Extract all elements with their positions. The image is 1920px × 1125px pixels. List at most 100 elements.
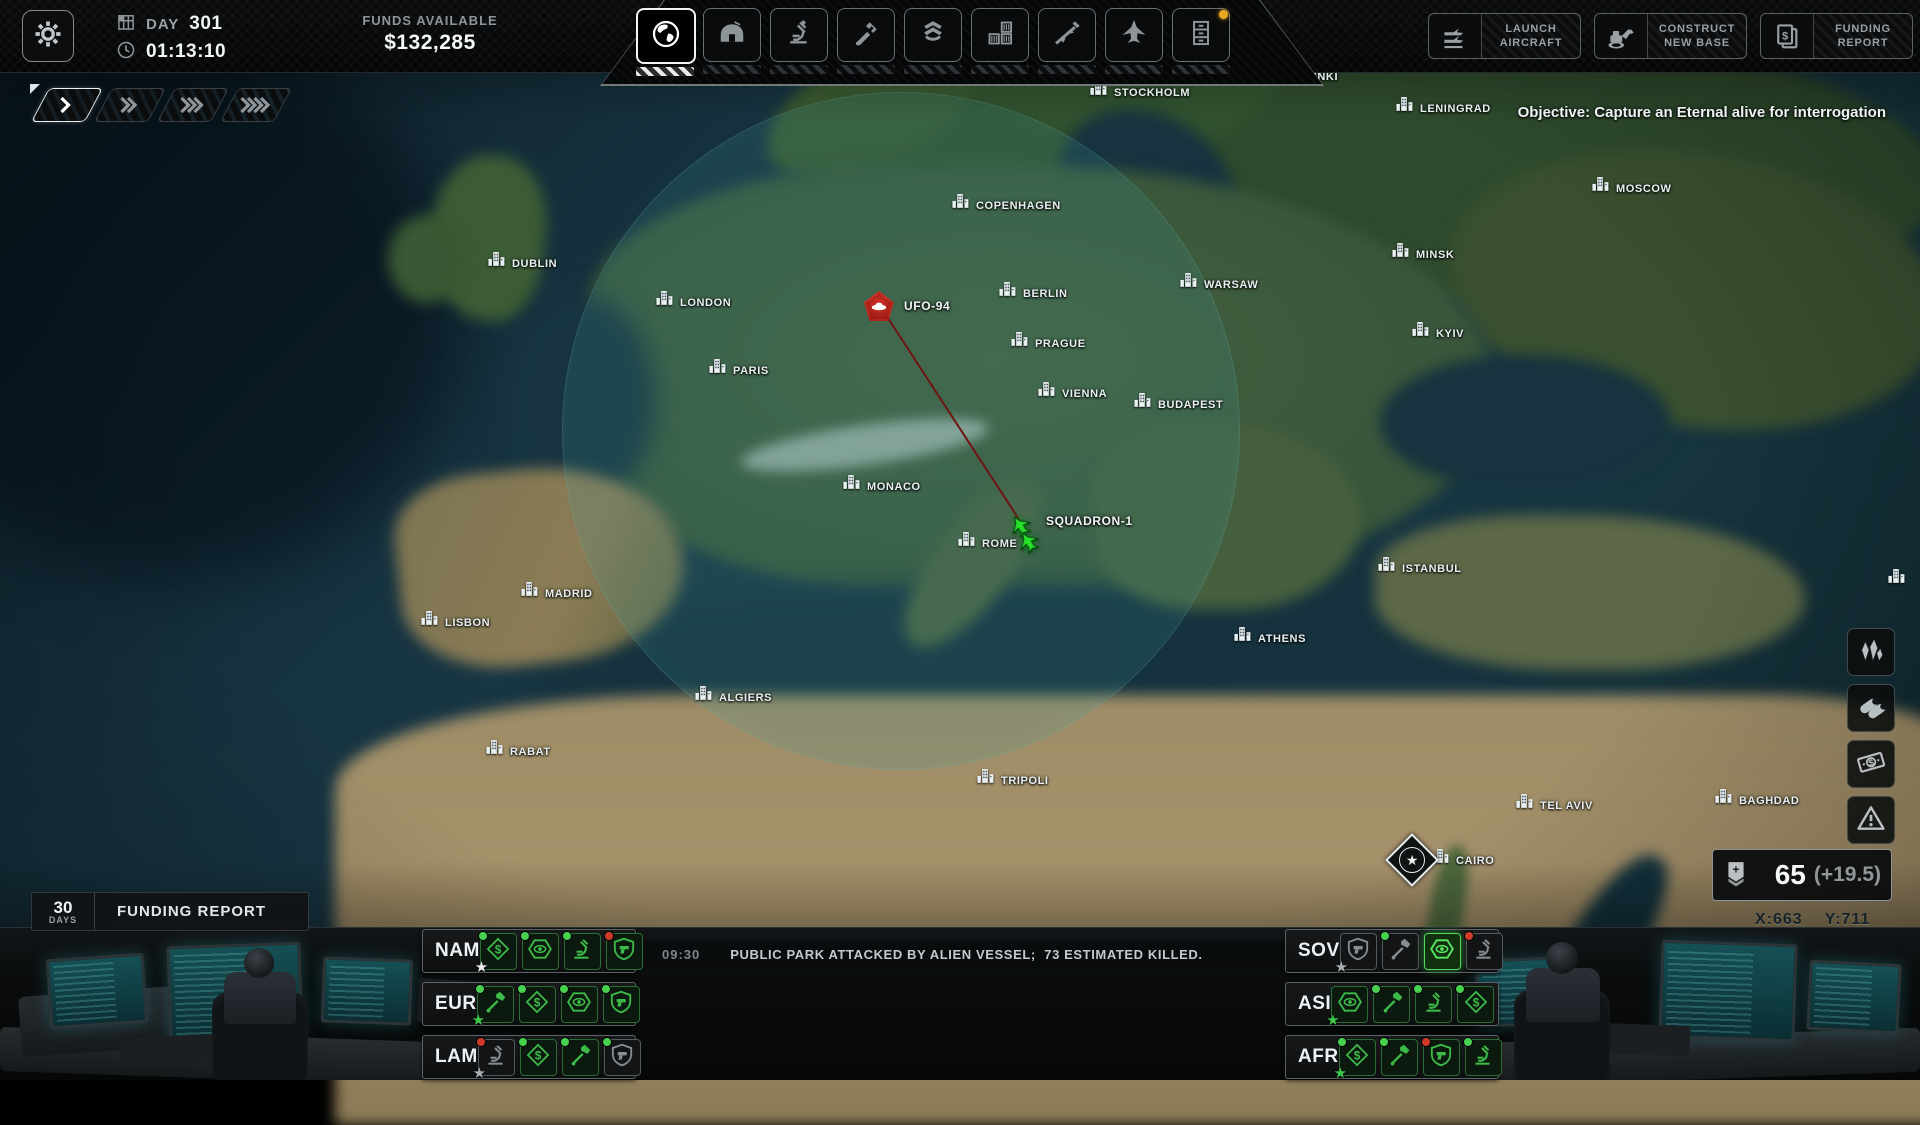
city-label: VIENNA <box>1062 388 1108 400</box>
city-marker-dublin: DUBLIN <box>488 251 557 271</box>
city-marker-madrid: MADRID <box>521 581 593 601</box>
region-stat-research[interactable] <box>1413 983 1453 1023</box>
defense-icon <box>1428 1042 1454 1073</box>
region-stat-funding[interactable]: $ ★ <box>1334 1036 1376 1081</box>
region-stat-funding[interactable]: $ <box>1455 983 1495 1023</box>
day-label: DAY <box>146 15 180 33</box>
funds-label: FUNDS AVAILABLE <box>362 13 498 28</box>
time-controls <box>30 88 293 122</box>
rank-icon <box>918 18 948 53</box>
region-stat-funding[interactable]: $ ★ <box>475 930 517 975</box>
region-stat-defense[interactable]: ★ <box>1335 932 1377 975</box>
region-stat-engineering[interactable] <box>1379 930 1419 970</box>
funding-report-button[interactable]: $ FUNDING REPORT <box>1760 13 1913 59</box>
funding-report-bar[interactable]: 30 DAYS FUNDING REPORT <box>31 892 309 931</box>
construct-new-base-button[interactable]: CONSTRUCT NEW BASE <box>1594 13 1747 59</box>
region-stat-defense[interactable] <box>603 930 643 970</box>
time-speed-1-button[interactable] <box>30 88 104 122</box>
relations-score-badge[interactable]: + 65 (+19.5) <box>1712 849 1892 901</box>
region-stat-engineering[interactable]: ★ <box>472 983 514 1028</box>
funding-icon: $ <box>525 1042 551 1073</box>
city-icon <box>1715 788 1734 808</box>
nav-personnel[interactable] <box>904 8 962 76</box>
svg-text:$: $ <box>534 995 541 1009</box>
trend-dot-red <box>475 1036 486 1047</box>
trend-dot-green <box>1413 983 1424 994</box>
resources-filter-button[interactable] <box>1847 628 1895 676</box>
region-row-eur[interactable]: EUR ★ $ <box>422 982 640 1028</box>
finances-filter-button[interactable]: $ <box>1847 740 1895 788</box>
settings-button[interactable] <box>22 10 74 62</box>
days-counter: 30 DAYS <box>32 893 95 930</box>
nav-stores[interactable] <box>971 8 1029 76</box>
region-stat-research[interactable]: ★ <box>473 1036 515 1081</box>
region-row-asi[interactable]: ASI ★ $ <box>1285 982 1499 1028</box>
excavator-icon <box>1595 14 1648 58</box>
city-icon <box>1011 331 1030 351</box>
region-stat-defense[interactable] <box>601 1036 641 1076</box>
materials-filter-button[interactable] <box>1847 684 1895 732</box>
region-row-lam[interactable]: LAM ★ $ <box>422 1035 641 1081</box>
city-icon <box>1396 96 1415 116</box>
funds-value: $132,285 <box>384 31 476 54</box>
time-speed-2-button[interactable] <box>93 88 167 122</box>
region-row-afr[interactable]: AFR $ ★ <box>1285 1035 1502 1081</box>
region-stat-intel[interactable] <box>519 930 559 970</box>
nav-geoscape[interactable] <box>636 8 696 76</box>
trend-dot-green <box>516 983 527 994</box>
city-icon <box>1888 568 1907 588</box>
city-icon <box>1592 176 1611 196</box>
chevron-icon <box>59 95 75 115</box>
region-stat-defense[interactable] <box>1420 1036 1460 1076</box>
city-marker-istanbul: ISTANBUL <box>1378 556 1462 576</box>
region-stat-engineering[interactable] <box>1371 983 1411 1023</box>
region-stat-defense[interactable] <box>600 983 640 1023</box>
time-speed-4-button[interactable] <box>219 88 293 122</box>
nav-archives[interactable] <box>1172 8 1230 76</box>
city-label: BERLIN <box>1023 288 1068 300</box>
region-stat-intel[interactable]: ★ <box>1326 985 1369 1028</box>
city-marker-prague: PRAGUE <box>1011 331 1086 351</box>
nav-bases[interactable] <box>703 8 761 76</box>
region-stat-funding[interactable]: $ <box>517 1036 557 1076</box>
region-stat-research[interactable] <box>561 930 601 970</box>
control-room-right-art <box>1440 928 1920 1080</box>
launch-aircraft-button[interactable]: LAUNCH AIRCRAFT <box>1428 13 1581 59</box>
priority-star: ★ <box>471 1011 486 1029</box>
region-row-sov[interactable]: SOV ★ <box>1285 929 1503 975</box>
defense-icon <box>608 989 634 1020</box>
alerts-filter-button[interactable] <box>1847 796 1895 844</box>
alert-icon <box>1856 803 1886 838</box>
region-stat-engineering[interactable] <box>559 1036 599 1076</box>
chevron-icon <box>119 95 141 115</box>
region-stat-research[interactable] <box>1463 930 1503 970</box>
crates-icon <box>986 19 1014 52</box>
city-icon <box>952 193 971 213</box>
city-label: ISTANBUL <box>1402 563 1462 575</box>
ufo-label: UFO-94 <box>904 299 951 313</box>
nav-research[interactable] <box>770 8 828 76</box>
city-label: MONACO <box>867 481 921 493</box>
region-stat-intel[interactable] <box>558 983 598 1023</box>
trend-dot-green <box>517 1036 528 1047</box>
region-stat-intel[interactable] <box>1423 932 1461 970</box>
ufo-marker[interactable] <box>864 291 894 321</box>
region-row-nam[interactable]: NAM $ ★ <box>422 929 643 975</box>
region-stat-research[interactable] <box>1462 1036 1502 1076</box>
city-label: PARIS <box>733 365 769 377</box>
city-icon <box>488 251 507 271</box>
time-speed-3-button[interactable] <box>156 88 230 122</box>
city-label: TRIPOLI <box>1001 775 1049 787</box>
time-value: 01:13:10 <box>146 41 227 62</box>
nav-armory[interactable] <box>1038 8 1096 76</box>
funding-report-label: FUNDING REPORT <box>1814 14 1912 58</box>
engineering-icon <box>567 1042 593 1073</box>
priority-star: ★ <box>1326 1011 1340 1029</box>
nav-aircraft[interactable] <box>1105 8 1163 76</box>
city-marker-baghdad: BAGHDAD <box>1715 788 1799 808</box>
city-marker-rabat: RABAT <box>486 739 551 759</box>
region-stat-funding[interactable]: $ <box>516 983 556 1023</box>
region-stat-engineering[interactable] <box>1378 1036 1418 1076</box>
nav-engineering[interactable] <box>837 8 895 76</box>
region-code: EUR <box>435 993 477 1014</box>
